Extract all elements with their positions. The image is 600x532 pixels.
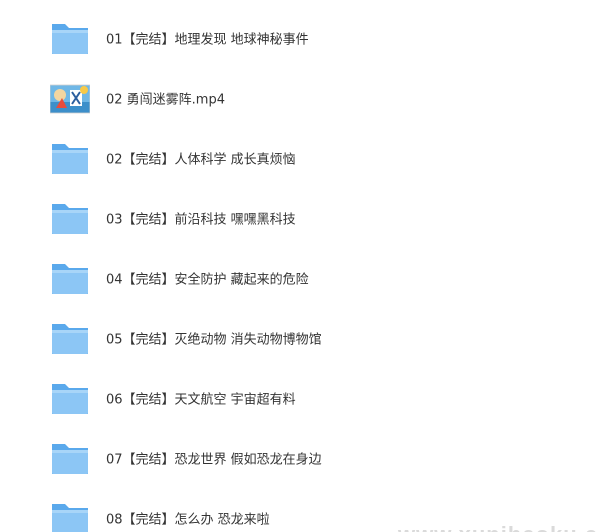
file-name: 02 勇闯迷雾阵.mp4 (106, 92, 225, 108)
watermark: www.xuniheoku.com (398, 522, 600, 532)
file-name: 04【完结】安全防护 藏起来的危险 (106, 272, 309, 288)
folder-icon (50, 200, 90, 236)
file-name: 01【完结】地理发现 地球神秘事件 (106, 32, 309, 48)
file-name: 02【完结】人体科学 成长真烦恼 (106, 152, 296, 168)
file-list: 01【完结】地理发现 地球神秘事件 02 勇闯迷雾阵.mp4 02【完结】人体科… (0, 0, 600, 532)
folder-icon (50, 440, 90, 476)
file-name: 06【完结】天文航空 宇宙超有料 (106, 392, 296, 408)
file-name: 08【完结】怎么办 恐龙来啦 (106, 512, 270, 528)
file-name: 03【完结】前沿科技 嘿嘿黑科技 (106, 212, 296, 228)
file-row-7[interactable]: 06【完结】天文航空 宇宙超有料 (0, 368, 600, 428)
video-thumbnail-icon (50, 80, 90, 116)
folder-icon (50, 320, 90, 356)
file-row-3[interactable]: 02【完结】人体科学 成长真烦恼 (0, 128, 600, 188)
folder-icon (50, 500, 90, 532)
file-row-2[interactable]: 02 勇闯迷雾阵.mp4 (0, 68, 600, 128)
file-row-6[interactable]: 05【完结】灭绝动物 消失动物博物馆 (0, 308, 600, 368)
folder-icon (50, 140, 90, 176)
file-row-5[interactable]: 04【完结】安全防护 藏起来的危险 (0, 248, 600, 308)
file-row-1[interactable]: 01【完结】地理发现 地球神秘事件 (0, 8, 600, 68)
folder-icon (50, 20, 90, 56)
file-name: 07【完结】恐龙世界 假如恐龙在身边 (106, 452, 322, 468)
file-name: 05【完结】灭绝动物 消失动物博物馆 (106, 332, 322, 348)
folder-icon (50, 380, 90, 416)
folder-icon (50, 260, 90, 296)
file-row-8[interactable]: 07【完结】恐龙世界 假如恐龙在身边 (0, 428, 600, 488)
file-row-4[interactable]: 03【完结】前沿科技 嘿嘿黑科技 (0, 188, 600, 248)
